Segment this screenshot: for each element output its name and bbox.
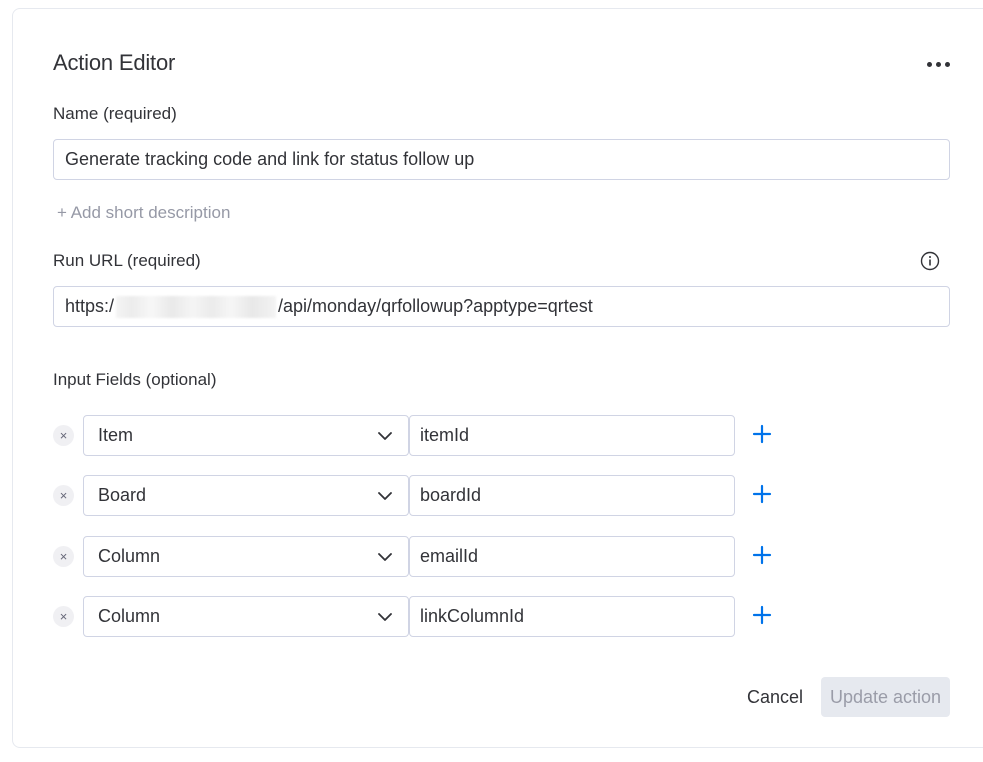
chevron-down-icon — [378, 612, 392, 621]
remove-field-button[interactable]: × — [53, 425, 74, 446]
field-type-value: Board — [98, 485, 147, 505]
name-label: Name (required) — [53, 104, 177, 123]
input-field-row: × Board — [53, 475, 793, 516]
input-fields-label: Input Fields (optional) — [53, 370, 217, 389]
info-icon[interactable] — [920, 251, 940, 271]
input-field-row: × Column — [53, 596, 793, 637]
field-type-value: Item — [98, 425, 134, 445]
redacted-host — [116, 295, 277, 318]
name-input[interactable] — [53, 139, 950, 180]
field-type-select[interactable]: Column — [83, 596, 409, 637]
field-type-value: Column — [98, 606, 161, 626]
add-field-icon[interactable] — [751, 423, 773, 445]
field-key-input[interactable] — [409, 415, 735, 456]
field-key-input[interactable] — [409, 596, 735, 637]
field-key-input[interactable] — [409, 536, 735, 577]
remove-field-button[interactable]: × — [53, 485, 74, 506]
input-field-row: × Item — [53, 415, 793, 456]
run-url-path: /api/monday/qrfollowup?apptype=qrtest — [278, 296, 593, 316]
update-action-button[interactable]: Update action — [821, 677, 950, 717]
field-type-select[interactable]: Board — [83, 475, 409, 516]
add-field-icon[interactable] — [751, 544, 773, 566]
chevron-down-icon — [378, 552, 392, 561]
cancel-button[interactable]: Cancel — [735, 677, 815, 717]
field-key-input[interactable] — [409, 475, 735, 516]
remove-field-button[interactable]: × — [53, 546, 74, 567]
add-description-link[interactable]: + Add short description — [57, 203, 230, 223]
chevron-down-icon — [378, 431, 392, 440]
run-url-prefix: https:/ — [65, 296, 115, 316]
run-url-label: Run URL (required) — [53, 251, 201, 270]
add-field-icon[interactable] — [751, 483, 773, 505]
field-type-value: Column — [98, 546, 161, 566]
chevron-down-icon — [378, 491, 392, 500]
more-dot-icon — [926, 61, 932, 67]
add-field-icon[interactable] — [751, 604, 773, 626]
field-type-select[interactable]: Column — [83, 536, 409, 577]
page-title: Action Editor — [53, 50, 176, 75]
more-options-button[interactable] — [918, 52, 958, 76]
more-dot-icon — [935, 61, 941, 67]
more-dot-icon — [944, 61, 950, 67]
input-field-row: × Column — [53, 536, 793, 577]
remove-field-button[interactable]: × — [53, 606, 74, 627]
run-url-input[interactable]: https:/ /api/monday/qrfollowup?apptype=q… — [53, 286, 950, 327]
field-type-select[interactable]: Item — [83, 415, 409, 456]
